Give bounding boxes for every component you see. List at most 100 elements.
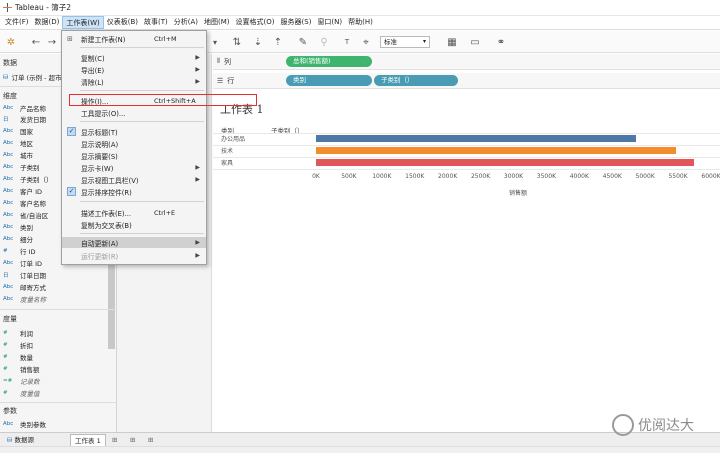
columns-shelf[interactable]: ⫴ 列 总和(销售额) [213,54,720,70]
field-quantity[interactable]: # 数量 [3,351,33,362]
data-pane-scrollbar[interactable] [108,261,115,349]
database-icon: ⛁ [7,436,13,444]
string-type-icon: Abc [3,139,14,146]
menu-copy-crosstab[interactable]: 复制为交叉表(B) [62,219,206,230]
field-country[interactable]: Abc 国家 [3,125,33,136]
field-city[interactable]: Abc 城市 [3,149,33,160]
field-subcategory-calc[interactable]: Abc 子类别（） [3,173,53,184]
new-worksheet-icon[interactable]: ⊞ [108,434,121,446]
menu-show-caption[interactable]: 显示说明(A) [62,138,206,149]
highlight-pen-icon[interactable]: ✎ [295,34,311,50]
toolbar-dropdown-icon[interactable]: ▾ [207,34,223,50]
menu-data[interactable]: 数据(D) [32,16,63,29]
menu-clear[interactable]: 清除(L) ▶ [62,76,206,87]
menu-worksheet[interactable]: 工作表(W) [62,16,104,29]
parameters-header: 参数 [3,407,17,415]
menu-map[interactable]: 地图(M) [201,16,233,29]
field-category-parameter[interactable]: Abc 类别参数 [3,418,46,429]
field-measure-names[interactable]: Abc 度量名称 [3,293,46,304]
field-measure-values[interactable]: # 度量值 [3,387,40,398]
view-size-select[interactable]: 标准 ▾ [380,36,430,48]
menu-copy[interactable]: 复制(C) ▶ [62,52,206,63]
menu-describe-sheet[interactable]: 描述工作表(E)... Ctrl+E [62,207,206,218]
field-subcategory[interactable]: Abc 子类别 [3,161,40,172]
row-label-category[interactable]: 办公用品 [221,134,245,143]
field-category[interactable]: Abc 类别 [3,221,33,232]
field-customer-name[interactable]: Abc 客户名称 [3,197,46,208]
submenu-arrow-icon: ▶ [195,239,200,246]
string-type-icon: Abc [3,223,14,230]
submenu-arrow-icon: ▶ [195,164,200,171]
menu-bar: 文件(F) 数据(D) 工作表(W) 仪表板(B) 故事(T) 分析(A) 地图… [0,16,720,30]
sort-ascending-icon[interactable]: ⇣ [250,34,266,50]
field-product-name[interactable]: Abc 产品名称 [3,102,46,113]
menu-show-sort-controls[interactable]: ✓ 显示排序控件(R) [62,186,206,197]
forward-arrow-icon[interactable]: → [44,34,60,50]
columns-shelf-label: 列 [223,57,231,66]
label-icon[interactable]: T [339,34,355,50]
tab-datasource[interactable]: ⛁ 数据源 [3,434,38,446]
new-story-icon[interactable]: ⊞ [144,434,157,446]
field-region[interactable]: Abc 地区 [3,137,33,148]
columns-icon: ⫴ [217,57,220,65]
menu-format[interactable]: 设置格式(O) [233,16,278,29]
field-record-count[interactable]: =# 记录数 [3,375,40,386]
rows-shelf[interactable]: ☰ 行 类别 子类别（） [213,73,720,89]
bar-mark[interactable] [316,135,637,142]
menu-new-worksheet[interactable]: ⊞ 新建工作表(N) Ctrl+M [62,33,206,44]
bar-mark[interactable] [316,147,677,154]
field-customer-id[interactable]: Abc 客户 ID [3,185,42,196]
menu-show-cards[interactable]: 显示卡(W) ▶ [62,162,206,173]
sort-descending-icon[interactable]: ⇡ [270,34,286,50]
database-icon: ⛁ [3,73,9,81]
menu-dashboard[interactable]: 仪表板(B) [104,16,141,29]
menu-analysis[interactable]: 分析(A) [171,16,201,29]
bar-mark[interactable] [316,159,694,166]
rows-pill-subcategory[interactable]: 子类别（） [374,75,458,86]
tab-sheet-1[interactable]: 工作表 1 [70,434,106,446]
field-order-id[interactable]: Abc 订单 ID [3,257,42,268]
string-type-icon: Abc [3,163,14,170]
columns-pill-sales[interactable]: 总和(销售额) [286,56,372,67]
field-ship-date[interactable]: 日发货日期 [3,113,46,124]
field-discount[interactable]: # 折扣 [3,339,33,350]
group-icon[interactable]: ⚲ [316,34,332,50]
presentation-icon[interactable]: ▭ [467,34,483,50]
rows-pill-category[interactable]: 类别 [286,75,372,86]
submenu-arrow-icon: ▶ [195,54,200,61]
show-me-chart-icon[interactable]: ▦ [444,34,460,50]
menu-help[interactable]: 帮助(H) [345,16,376,29]
menu-tooltip[interactable]: 工具提示(O)... [62,107,206,118]
string-type-icon: Abc [3,283,14,290]
string-type-icon: Abc [3,187,14,194]
menu-story[interactable]: 故事(T) [141,16,171,29]
menu-auto-update[interactable]: 自动更新(A) ▶ [62,237,206,248]
field-order-date[interactable]: 日订单日期 [3,269,46,280]
submenu-arrow-icon: ▶ [195,66,200,73]
menu-server[interactable]: 服务器(S) [278,16,315,29]
swap-rows-columns-icon[interactable]: ⇅ [229,34,245,50]
row-label-category[interactable]: 家具 [221,158,233,167]
menu-show-title[interactable]: ✓ 显示标题(T) [62,126,206,137]
field-sales[interactable]: # 销售额 [3,363,40,374]
axis-tick-label: 5500K [668,173,688,180]
pin-icon[interactable]: ⌖ [358,34,374,50]
field-province[interactable]: Abc 省/自治区 [3,209,48,220]
menu-show-view-toolbar[interactable]: 显示视图工具栏(V) ▶ [62,174,206,185]
menu-window[interactable]: 窗口(N) [314,16,345,29]
menu-file[interactable]: 文件(F) [2,16,32,29]
share-icon[interactable]: ⚭ [493,34,509,50]
field-segment[interactable]: Abc 细分 [3,233,33,244]
back-arrow-icon[interactable]: ← [28,34,44,50]
field-row-id[interactable]: # 行 ID [3,245,36,256]
menu-export[interactable]: 导出(E) ▶ [62,64,206,75]
menu-run-update[interactable]: 运行更新(R) ▶ [62,250,206,261]
row-divider [213,145,720,146]
field-ship-mode[interactable]: Abc 邮寄方式 [3,281,46,292]
row-divider [213,169,720,170]
row-label-category[interactable]: 技术 [221,146,233,155]
field-profit[interactable]: # 利润 [3,327,33,338]
tableau-home-icon[interactable]: ✲ [3,34,19,50]
new-dashboard-icon[interactable]: ⊞ [126,434,139,446]
menu-show-summary[interactable]: 显示摘要(S) [62,150,206,161]
